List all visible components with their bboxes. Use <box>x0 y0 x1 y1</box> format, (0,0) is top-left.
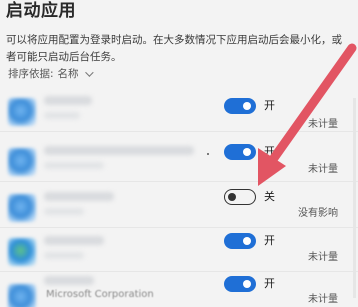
scrollbar[interactable] <box>353 98 356 298</box>
app-name-redacted <box>44 192 114 201</box>
startup-toggle[interactable] <box>224 98 256 114</box>
app-publisher-redacted <box>44 208 84 215</box>
startup-toggle[interactable] <box>224 144 256 160</box>
app-name-redacted <box>44 96 92 105</box>
app-row: 开 未计量 <box>0 224 358 272</box>
app-publisher-redacted <box>44 162 104 169</box>
startup-apps-page: 启动应用 可以将应用配置为登录时启动。在大多数情况下应用启动后会最小化，或者可能… <box>0 0 358 307</box>
startup-impact: 未计量 <box>308 252 338 263</box>
app-icon <box>8 284 36 307</box>
app-row: 开 未计量 <box>0 84 358 132</box>
app-icon <box>8 194 36 222</box>
app-publisher-redacted <box>44 112 80 119</box>
toggle-knob <box>243 280 251 288</box>
chevron-down-icon <box>84 68 94 77</box>
page-description: 可以将应用配置为登录时启动。在大多数情况下应用启动后会最小化，或者可能只启动后台… <box>6 34 342 63</box>
startup-impact: 未计量 <box>308 164 338 175</box>
toggle-state-label: 开 <box>264 277 275 290</box>
startup-impact: 未计量 <box>308 294 338 305</box>
app-publisher: Microsoft Corporation <box>46 289 154 300</box>
toggle-state-label: 开 <box>264 145 275 158</box>
app-name-redacted <box>44 236 104 245</box>
app-publisher-redacted <box>44 252 84 259</box>
toggle-knob <box>228 193 236 201</box>
startup-impact: 没有影响 <box>298 208 338 219</box>
toggle-state-label: 开 <box>264 234 275 247</box>
app-icon <box>8 238 36 266</box>
app-row: 关 没有影响 <box>0 180 358 228</box>
sort-value: 名称 <box>57 68 79 80</box>
app-row: Microsoft Corporation 开 未计量 <box>0 270 358 307</box>
app-row: 开 未计量 <box>0 134 358 182</box>
startup-toggle[interactable] <box>224 276 256 292</box>
redacted-dot <box>207 153 209 155</box>
sort-label: 排序依据: <box>8 68 54 80</box>
app-name-redacted <box>44 276 94 285</box>
toggle-knob <box>243 148 251 156</box>
startup-toggle[interactable] <box>224 189 256 205</box>
app-icon <box>8 98 36 126</box>
page-title: 启动应用 <box>6 1 76 21</box>
toggle-state-label: 关 <box>264 190 275 203</box>
sort-dropdown[interactable]: 排序依据: 名称 <box>8 67 94 81</box>
startup-impact: 未计量 <box>308 119 338 130</box>
app-name-redacted <box>44 146 194 155</box>
app-icon <box>8 148 36 176</box>
toggle-knob <box>243 102 251 110</box>
toggle-knob <box>243 237 251 245</box>
toggle-state-label: 开 <box>264 99 275 112</box>
startup-toggle[interactable] <box>224 233 256 249</box>
